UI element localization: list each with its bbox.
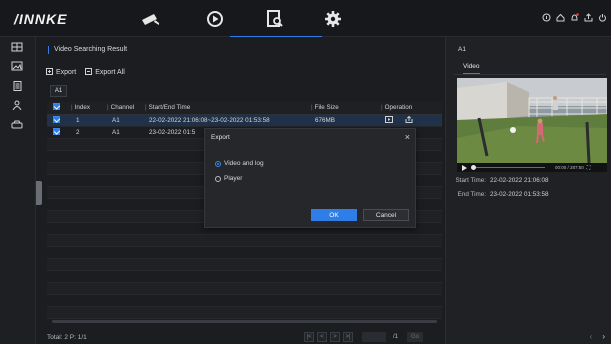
brand-logo: /INNKE <box>14 11 68 27</box>
close-icon[interactable]: × <box>405 132 410 142</box>
export-toolbar: Export Export All <box>46 68 125 77</box>
table-header: | Index | Channel | Start/End Time | File Si… <box>47 102 442 115</box>
export-icon[interactable] <box>584 13 593 22</box>
go-button[interactable]: Go <box>407 332 424 342</box>
export-label: Export <box>56 69 77 76</box>
camera-tab-a1[interactable]: A1 <box>50 85 67 97</box>
play-icon[interactable] <box>462 164 467 171</box>
player-controls: 00:00 / 287:50 ⛶ <box>457 163 607 172</box>
row-index: 2 <box>71 126 107 139</box>
home-icon[interactable] <box>556 13 565 22</box>
radio-selected[interactable] <box>215 160 221 167</box>
tab-divider <box>454 74 606 75</box>
col-operation: | Operation <box>381 102 442 115</box>
preview-camera-name: A1 <box>458 46 466 53</box>
top-bar: /INNKE <box>0 0 611 38</box>
tab-video[interactable]: Video <box>463 63 480 74</box>
live-view-camera-icon[interactable] <box>140 8 162 30</box>
person-icon[interactable] <box>11 100 23 111</box>
table-row[interactable]: 1 A1 22-02-2022 21:06:08~23-02-2022 01:5… <box>47 114 442 127</box>
gear-icon[interactable] <box>322 8 344 30</box>
row-size: 676MB <box>311 114 381 127</box>
next-page-button[interactable]: > <box>330 332 340 342</box>
row-index: 1 <box>71 114 107 127</box>
col-start-end-time[interactable]: | Start/End Time <box>145 102 311 115</box>
first-page-button[interactable]: |< <box>304 332 314 342</box>
export-button[interactable]: Export <box>46 68 76 77</box>
select-all-checkbox[interactable] <box>53 103 60 111</box>
preview-panel: A1 Video 00:00 / 287:50 ⛶ Start Time: 22… <box>445 37 611 344</box>
video-preview[interactable] <box>457 78 607 163</box>
ok-button[interactable]: OK <box>311 209 357 221</box>
result-total: Total: 2 P: 1/1 <box>47 334 87 341</box>
table-row <box>47 246 442 259</box>
horizontal-scrollbar[interactable] <box>52 320 437 323</box>
export-icon <box>46 68 53 77</box>
top-right-icons <box>542 13 607 22</box>
option-video-and-log[interactable]: Video and log <box>215 160 264 167</box>
row-channel: A1 <box>107 126 145 139</box>
seek-bar[interactable] <box>471 165 545 170</box>
bell-icon[interactable] <box>570 13 579 22</box>
col-channel[interactable]: | Channel <box>107 102 145 115</box>
col-file-size[interactable]: | File Size <box>311 102 381 115</box>
table-row <box>47 270 442 283</box>
sidebar <box>0 37 36 344</box>
page-total: /1 <box>393 334 399 340</box>
power-icon[interactable] <box>598 13 607 22</box>
table-row <box>47 258 442 271</box>
fullscreen-icon[interactable]: ⛶ <box>587 165 591 171</box>
table-row <box>47 294 442 307</box>
pagination: |< < > >| /1 Go <box>304 332 424 342</box>
picture-icon[interactable] <box>11 61 23 71</box>
export-dialog: Export × Video and log Player OK Cancel <box>204 128 416 228</box>
info-icon[interactable] <box>542 13 551 22</box>
chevron-left-icon[interactable]: ‹ <box>590 332 593 341</box>
preview-nav: ‹ › <box>590 332 605 341</box>
radio-unselected[interactable] <box>215 175 221 182</box>
col-index[interactable]: | Index <box>71 102 107 115</box>
export-all-icon <box>85 68 93 77</box>
table-row <box>47 282 442 295</box>
table-row <box>47 306 442 319</box>
playback-icon[interactable] <box>204 8 226 30</box>
last-page-button[interactable]: >| <box>343 332 353 342</box>
export-all-button[interactable]: Export All <box>85 68 125 77</box>
chevron-right-icon[interactable]: › <box>602 332 605 341</box>
cancel-button[interactable]: Cancel <box>363 209 409 221</box>
option-player[interactable]: Player <box>215 175 242 182</box>
car-icon[interactable] <box>11 120 23 130</box>
row-checkbox[interactable] <box>53 127 60 135</box>
play-clip-icon[interactable] <box>385 115 393 125</box>
export-all-label: Export All <box>95 69 125 76</box>
row-checkbox[interactable] <box>53 115 60 123</box>
page-number-input[interactable] <box>362 332 386 342</box>
seek-knob[interactable] <box>471 165 476 170</box>
table-row <box>47 234 442 247</box>
playback-time: 00:00 / 287:50 <box>555 165 584 170</box>
video-grid-icon[interactable] <box>11 42 23 52</box>
prev-page-button[interactable]: < <box>317 332 327 342</box>
document-icon[interactable] <box>11 81 23 91</box>
start-time: Start Time: 22-02-2022 21:06:08 <box>455 177 549 184</box>
dialog-title: Export <box>211 134 230 141</box>
row-channel: A1 <box>107 114 145 127</box>
row-time: 22-02-2022 21:06:08~23-02-2022 01:53:58 <box>145 114 311 127</box>
file-search-icon[interactable] <box>230 8 322 38</box>
export-clip-icon[interactable] <box>405 115 413 125</box>
end-time: End Time: 23-02-2022 01:53:58 <box>457 191 549 198</box>
page-title: Video Searching Result <box>48 46 127 54</box>
